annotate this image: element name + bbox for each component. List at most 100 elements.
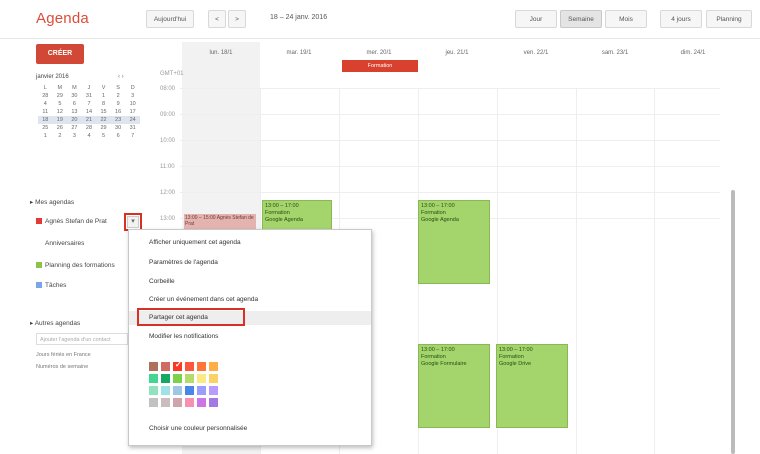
mini-day[interactable]: 4 [38, 100, 53, 108]
color-swatch[interactable] [197, 362, 206, 371]
create-button[interactable]: CRÉER [36, 44, 84, 64]
grid-scrollbar[interactable] [731, 190, 735, 454]
mini-day[interactable]: 6 [67, 100, 82, 108]
all-day-event[interactable]: Formation [342, 60, 418, 72]
add-contact-calendar-input[interactable]: Ajouter l'agenda d'un contact [36, 333, 128, 345]
menu-item-create-event[interactable]: Créer un événement dans cet agenda [149, 296, 258, 303]
day-header[interactable]: mer. 20/1 [340, 50, 418, 56]
calendar-item[interactable]: Numéros de semaine [36, 364, 88, 370]
calendar-item[interactable]: Tâches [36, 282, 66, 289]
mini-day[interactable]: 12 [53, 108, 68, 116]
color-swatch[interactable] [149, 386, 158, 395]
mini-day[interactable]: 30 [67, 92, 82, 100]
mini-day[interactable]: 6 [111, 132, 126, 140]
mini-day[interactable]: 5 [53, 100, 68, 108]
day-header[interactable]: dim. 24/1 [654, 50, 732, 56]
menu-item-trash[interactable]: Corbeille [149, 278, 175, 285]
mini-day[interactable]: 7 [125, 132, 140, 140]
mini-day[interactable]: 1 [96, 92, 111, 100]
today-button[interactable]: Aujourd'hui [146, 10, 194, 28]
color-swatch[interactable] [185, 374, 194, 383]
color-swatch[interactable] [161, 374, 170, 383]
calendar-item[interactable]: Anniversaires [36, 240, 84, 247]
mini-day[interactable]: 21 [81, 116, 97, 124]
mini-day[interactable]: 26 [53, 124, 68, 132]
color-swatch[interactable] [173, 374, 182, 383]
mini-day[interactable]: 28 [38, 92, 53, 100]
menu-item-notifications[interactable]: Modifier les notifications [149, 333, 218, 340]
color-swatch[interactable] [149, 362, 158, 371]
mini-day[interactable]: 31 [125, 124, 140, 132]
color-swatch[interactable] [209, 386, 218, 395]
mini-day[interactable]: 24 [125, 116, 140, 124]
mini-day[interactable]: 1 [38, 132, 53, 140]
mini-day[interactable]: 22 [96, 116, 111, 124]
calendar-event[interactable]: 13:00 – 17:00 Formation Google Agenda [262, 200, 332, 232]
day-header[interactable]: mar. 19/1 [260, 50, 338, 56]
mini-day[interactable]: 31 [82, 92, 97, 100]
calendar-item[interactable]: Agnès Stefan de Prat [36, 218, 107, 225]
color-swatch[interactable] [185, 386, 194, 395]
color-swatch[interactable] [185, 398, 194, 407]
mini-day[interactable]: 18 [38, 116, 53, 124]
color-swatch[interactable] [149, 398, 158, 407]
mini-day[interactable]: 2 [53, 132, 68, 140]
mini-day[interactable]: 19 [52, 116, 68, 124]
mini-day[interactable]: 23 [110, 116, 126, 124]
day-header[interactable]: sam. 23/1 [576, 50, 654, 56]
color-swatch[interactable] [185, 362, 194, 371]
my-calendars-heading[interactable]: ▸ Mes agendas [30, 198, 74, 206]
mini-day[interactable]: 15 [96, 108, 111, 116]
calendar-item[interactable]: Jours fériés en France [36, 352, 91, 358]
mini-day[interactable]: 16 [111, 108, 126, 116]
mini-day[interactable]: 29 [53, 92, 68, 100]
calendar-event[interactable]: 13:00 – 17:00 Formation Google Formulair… [418, 344, 490, 428]
view-week-button[interactable]: Semaine [560, 10, 602, 28]
color-swatch[interactable] [149, 374, 158, 383]
menu-item-settings[interactable]: Paramètres de l'agenda [149, 259, 218, 266]
menu-item-show-only[interactable]: Afficher uniquement cet agenda [149, 239, 241, 246]
color-swatch[interactable] [161, 398, 170, 407]
mini-day[interactable]: 11 [38, 108, 53, 116]
mini-day[interactable]: 29 [96, 124, 111, 132]
mini-day[interactable]: 10 [125, 100, 140, 108]
view-month-button[interactable]: Mois [605, 10, 647, 28]
mini-day[interactable]: 5 [96, 132, 111, 140]
color-swatch[interactable] [161, 386, 170, 395]
mini-day[interactable]: 8 [96, 100, 111, 108]
next-button[interactable]: > [228, 10, 246, 28]
day-header[interactable]: lun. 18/1 [182, 50, 260, 56]
color-swatch[interactable] [197, 398, 206, 407]
day-header[interactable]: ven. 22/1 [497, 50, 575, 56]
mini-calendar-nav[interactable]: ‹ › [118, 74, 124, 80]
color-swatch[interactable] [209, 398, 218, 407]
calendar-item[interactable]: Planning des formations [36, 262, 115, 269]
mini-day[interactable]: 2 [111, 92, 126, 100]
mini-day[interactable]: 28 [82, 124, 97, 132]
color-swatch[interactable] [197, 374, 206, 383]
mini-day[interactable]: 25 [38, 124, 53, 132]
other-calendars-heading[interactable]: ▸ Autres agendas [30, 319, 80, 327]
color-swatch[interactable] [209, 362, 218, 371]
calendar-event[interactable]: 13:00 – 17:00 Formation Google Drive [496, 344, 568, 428]
prev-button[interactable]: < [208, 10, 226, 28]
mini-day[interactable]: 3 [125, 92, 140, 100]
view-day-button[interactable]: Jour [515, 10, 557, 28]
view-planning-button[interactable]: Planning [706, 10, 752, 28]
mini-day[interactable]: 9 [111, 100, 126, 108]
mini-day[interactable]: 14 [82, 108, 97, 116]
mini-day[interactable]: 27 [67, 124, 82, 132]
color-swatch[interactable]: ✓ [173, 360, 182, 371]
color-swatch[interactable] [197, 386, 206, 395]
color-swatch[interactable] [173, 398, 182, 407]
calendar-event[interactable]: 13:00 – 17:00 Formation Google Agenda [418, 200, 490, 284]
mini-day[interactable]: 7 [82, 100, 97, 108]
color-swatch[interactable] [161, 362, 170, 371]
mini-day[interactable]: 13 [67, 108, 82, 116]
mini-day[interactable]: 3 [67, 132, 82, 140]
day-header[interactable]: jeu. 21/1 [418, 50, 496, 56]
mini-day[interactable]: 4 [82, 132, 97, 140]
color-swatch[interactable] [173, 386, 182, 395]
mini-day[interactable]: 30 [111, 124, 126, 132]
menu-item-share[interactable]: Partager cet agenda [149, 314, 208, 321]
